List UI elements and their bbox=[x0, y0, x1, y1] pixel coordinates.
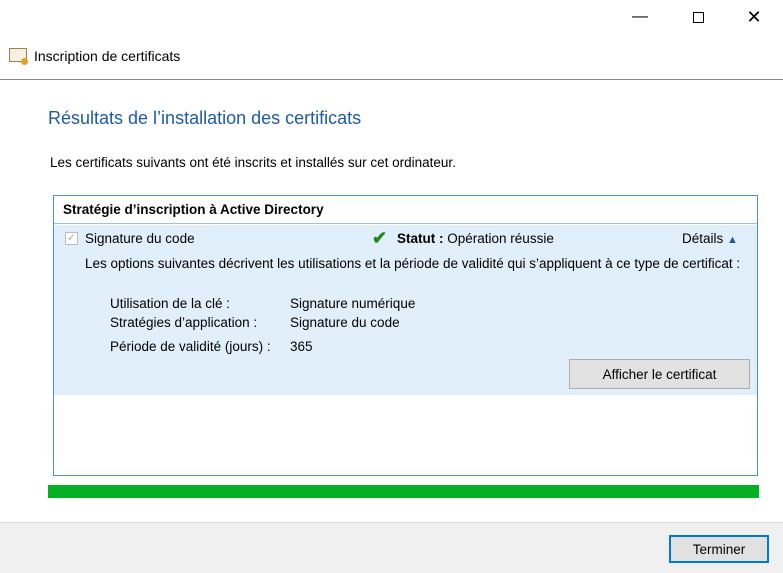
maximize-icon bbox=[692, 11, 704, 23]
policy-header: Stratégie d’inscription à Active Directo… bbox=[54, 196, 757, 224]
window-title: Inscription de certificats bbox=[34, 48, 181, 64]
close-button[interactable]: ✕ bbox=[731, 0, 777, 34]
view-certificate-button[interactable]: Afficher le certificat bbox=[569, 359, 750, 389]
enrollment-policy-panel: Stratégie d’inscription à Active Directo… bbox=[53, 195, 758, 476]
usage-info: Les options suivantes décrivent les util… bbox=[85, 256, 741, 271]
certificate-checkbox[interactable]: ✓ bbox=[65, 232, 78, 245]
title-divider bbox=[0, 79, 783, 80]
progress-bar bbox=[48, 485, 759, 498]
status-value: Opération réussie bbox=[447, 231, 554, 246]
certificate-icon bbox=[9, 48, 28, 65]
footer: Terminer bbox=[0, 522, 783, 573]
success-check-icon: ✔ bbox=[372, 228, 388, 248]
prop-value: Signature du code bbox=[290, 315, 400, 330]
close-icon: ✕ bbox=[746, 6, 762, 27]
certificate-item: ✓ Signature du code ✔ Statut : Opération… bbox=[54, 225, 757, 395]
chevron-up-icon: ▲ bbox=[727, 234, 738, 246]
page-description: Les certificats suivants ont été inscrit… bbox=[50, 155, 456, 170]
details-toggle[interactable]: Détails ▲ bbox=[682, 231, 738, 246]
prop-value: 365 bbox=[290, 339, 313, 354]
maximize-button[interactable] bbox=[675, 0, 721, 34]
minimize-icon: — bbox=[632, 8, 648, 25]
prop-value: Signature numérique bbox=[290, 296, 416, 311]
certificate-name: Signature du code bbox=[85, 231, 195, 246]
prop-label: Période de validité (jours) : bbox=[110, 339, 271, 354]
prop-label: Utilisation de la clé : bbox=[110, 296, 231, 311]
finish-button[interactable]: Terminer bbox=[669, 535, 769, 563]
page-title: Résultats de l’installation des certific… bbox=[48, 108, 362, 128]
status-label: Statut : bbox=[397, 231, 444, 246]
minimize-button[interactable]: — bbox=[617, 0, 663, 34]
details-label: Détails bbox=[682, 231, 724, 246]
prop-label: Stratégies d’application : bbox=[110, 315, 258, 330]
